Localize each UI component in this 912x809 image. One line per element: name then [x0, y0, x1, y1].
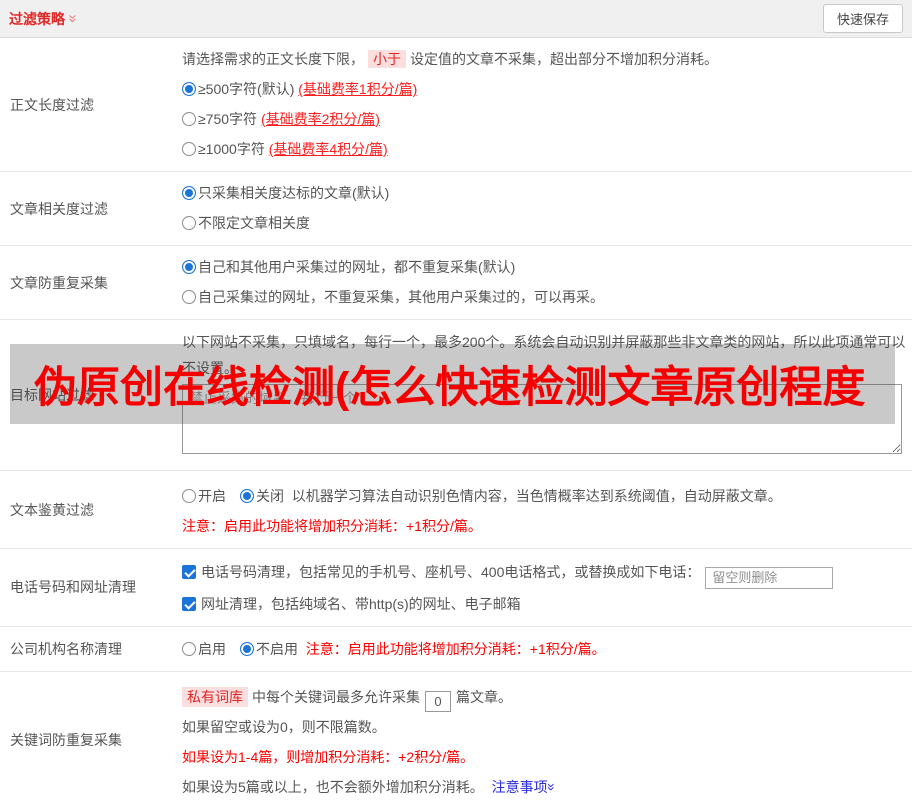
row-porn-filter: 文本鉴黄过滤 开启 关闭 以机器学习算法自动识别色情内容，当色情概率达到系统阈值，…: [0, 471, 912, 549]
notes-link[interactable]: 注意事项»: [492, 779, 560, 795]
radio-option-dedupe-all: 自己和其他用户采集过的网址，都不重复采集(默认): [182, 252, 902, 282]
porn-filter-options: 开启 关闭 以机器学习算法自动识别色情内容，当色情概率达到系统阈值，自动屏蔽文章。: [182, 481, 902, 511]
radio-option-relevance-strict: 只采集相关度达标的文章(默认): [182, 178, 902, 208]
radio-option-500: ≥500字符(默认) (基础费率1积分/篇): [182, 74, 902, 104]
row-label-porn-filter: 文本鉴黄过滤: [10, 501, 94, 518]
text-length-intro: 请选择需求的正文长度下限， 小于 设定值的文章不采集，超出部分不增加积分消耗。: [182, 44, 902, 74]
radio-dedupe-all-icon[interactable]: [182, 260, 196, 274]
radio-750-label: ≥750字符: [198, 111, 258, 127]
radio-1000-label: ≥1000字符: [198, 141, 265, 157]
overlay-banner: 伪原创在线检测(怎么快速检测文章原创程度: [10, 344, 895, 424]
chevron-down-icon: »: [543, 782, 560, 791]
row-dedupe-collection: 文章防重复采集 自己和其他用户采集过的网址，都不重复采集(默认) 自己采集过的网…: [0, 246, 912, 320]
row-text-length-filter: 正文长度过滤 请选择需求的正文长度下限， 小于 设定值的文章不采集，超出部分不增加积…: [0, 38, 912, 172]
radio-relevance-strict-label: 只采集相关度达标的文章(默认): [198, 185, 390, 201]
private-lexicon-badge: 私有词库: [182, 686, 248, 707]
keyword-limit-end: 篇文章。: [456, 688, 512, 705]
row-label-relevance: 文章相关度过滤: [10, 200, 108, 217]
porn-filter-note: 注意：启用此功能将增加积分消耗：+1积分/篇。: [182, 518, 482, 534]
radio-porn-on-icon[interactable]: [182, 489, 196, 503]
radio-porn-off-icon[interactable]: [240, 489, 254, 503]
topbar: 过滤策略 » 快速保存: [0, 0, 912, 38]
radio-1000-icon[interactable]: [182, 142, 196, 156]
radio-porn-on-label: 开启: [198, 488, 226, 504]
radio-500-label: ≥500字符(默认): [198, 81, 295, 97]
checkbox-phone-cleanup-label: 电话号码清理，包括常见的手机号、座机号、400电话格式，或替换成如下电话：: [201, 564, 701, 580]
radio-500-fee: (基础费率1积分/篇): [298, 81, 418, 97]
keyword-note-1-4: 如果设为1-4篇，则增加积分消耗：+2积分/篇。: [182, 748, 475, 765]
radio-company-on-label: 启用: [198, 640, 226, 657]
porn-filter-description: 以机器学习算法自动识别色情内容，当色情概率达到系统阈值，自动屏蔽文章。: [291, 488, 782, 504]
radio-1000-fee: (基础费率4积分/篇): [268, 141, 388, 157]
radio-relevance-strict-icon[interactable]: [182, 186, 196, 200]
radio-company-off-icon[interactable]: [240, 641, 254, 656]
radio-option-dedupe-self: 自己采集过的网址，不重复采集，其他用户采集过的，可以再采。: [182, 282, 902, 312]
row-phone-url-cleanup: 电话号码和网址清理 电话号码清理，包括常见的手机号、座机号、400电话格式，或替…: [0, 549, 912, 627]
radio-dedupe-self-icon[interactable]: [182, 290, 196, 304]
company-cleanup-options: 启用 不启用 注意：启用此功能将增加积分消耗：+1积分/篇。: [182, 634, 902, 664]
phone-cleanup-option: 电话号码清理，包括常见的手机号、座机号、400电话格式，或替换成如下电话：: [182, 557, 902, 589]
keyword-note-zero: 如果留空或设为0，则不限篇数。: [182, 718, 386, 735]
checkbox-url-cleanup-label: 网址清理，包括纯域名、带http(s)的网址、电子邮箱: [201, 595, 521, 612]
radio-relevance-any-label: 不限定文章相关度: [198, 215, 310, 231]
intro-before: 请选择需求的正文长度下限，: [182, 51, 364, 67]
overlay-watermark-text: 伪原创在线检测(怎么快速检测文章原创程度: [34, 364, 866, 412]
radio-porn-off-label: 关闭: [256, 488, 284, 504]
row-company-cleanup: 公司机构名称清理 启用 不启用 注意：启用此功能将增加积分消耗：+1积分/篇。: [0, 627, 912, 672]
row-label-dedupe: 文章防重复采集: [10, 274, 108, 291]
radio-company-on-icon[interactable]: [182, 641, 196, 656]
intro-after: 设定值的文章不采集，超出部分不增加积分消耗。: [410, 51, 718, 67]
radio-company-off-label: 不启用: [256, 640, 298, 657]
row-label-company: 公司机构名称清理: [10, 640, 122, 657]
row-label-text-length: 正文长度过滤: [10, 96, 94, 113]
row-keyword-dedupe: 关键词防重复采集 私有词库中每个关键词最多允许采集 篇文章。 如果留空或设为0，则…: [0, 672, 912, 809]
radio-500-icon[interactable]: [182, 82, 196, 96]
radio-option-1000: ≥1000字符 (基础费率4积分/篇): [182, 134, 902, 164]
quick-save-button[interactable]: 快速保存: [822, 4, 903, 33]
radio-option-relevance-any: 不限定文章相关度: [182, 208, 902, 238]
intro-highlight-less-than: 小于: [368, 50, 406, 68]
keyword-note-5plus-text: 如果设为5篇或以上，也不会额外增加积分消耗。: [182, 778, 484, 795]
keyword-count-input[interactable]: [425, 690, 451, 712]
url-cleanup-option: 网址清理，包括纯域名、带http(s)的网址、电子邮箱: [182, 589, 902, 619]
row-label-keyword: 关键词防重复采集: [10, 732, 122, 748]
radio-750-fee: (基础费率2积分/篇): [260, 111, 380, 127]
company-cleanup-note: 注意：启用此功能将增加积分消耗：+1积分/篇。: [305, 640, 606, 657]
row-relevance-filter: 文章相关度过滤 只采集相关度达标的文章(默认) 不限定文章相关度: [0, 172, 912, 246]
section-title-filter-strategy[interactable]: 过滤策略 »: [9, 9, 82, 29]
radio-dedupe-self-label: 自己采集过的网址，不重复采集，其他用户采集过的，可以再采。: [198, 289, 604, 305]
section-title-label: 过滤策略: [9, 10, 65, 27]
radio-dedupe-all-label: 自己和其他用户采集过的网址，都不重复采集(默认): [198, 259, 516, 275]
keyword-limit-line: 私有词库中每个关键词最多允许采集 篇文章。: [182, 682, 902, 712]
replacement-phone-input[interactable]: [705, 566, 834, 589]
keyword-limit-mid: 中每个关键词最多允许采集: [252, 688, 420, 705]
radio-relevance-any-icon[interactable]: [182, 216, 196, 230]
checkbox-phone-cleanup-icon[interactable]: [182, 565, 196, 579]
chevron-down-icon: »: [64, 14, 82, 23]
row-label-phone-url: 电话号码和网址清理: [10, 579, 136, 596]
radio-option-750: ≥750字符 (基础费率2积分/篇): [182, 104, 902, 134]
keyword-note-5plus: 如果设为5篇或以上，也不会额外增加积分消耗。 注意事项»: [182, 772, 902, 802]
radio-750-icon[interactable]: [182, 112, 196, 126]
checkbox-url-cleanup-icon[interactable]: [182, 596, 196, 611]
